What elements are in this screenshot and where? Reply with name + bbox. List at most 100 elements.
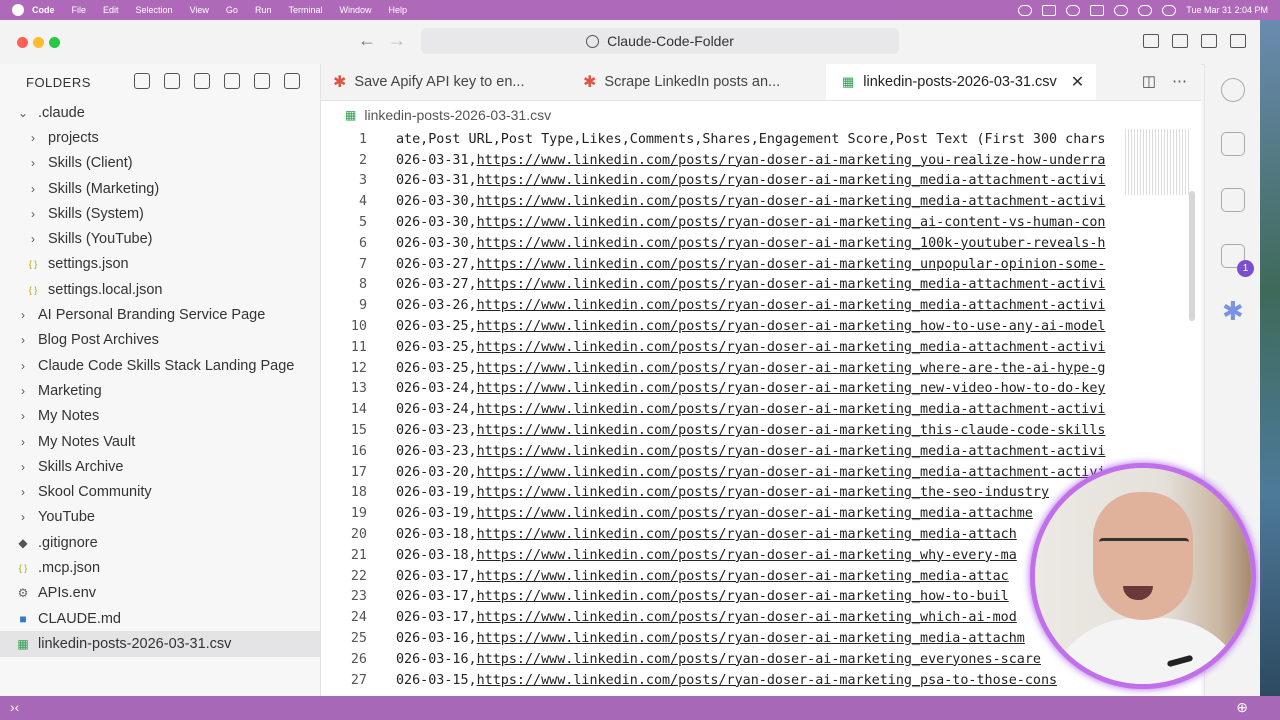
minimap[interactable] xyxy=(1125,129,1189,195)
tree-folder[interactable]: › Skills Archive xyxy=(0,454,320,479)
post-url-link[interactable]: https://www.linkedin.com/posts/ryan-dose… xyxy=(477,361,1106,376)
post-url-link[interactable]: https://www.linkedin.com/posts/ryan-dose… xyxy=(477,631,1025,646)
refresh-icon[interactable] xyxy=(194,73,210,89)
post-url-link[interactable]: https://www.linkedin.com/posts/ryan-dose… xyxy=(477,319,1106,334)
menu-help[interactable]: Help xyxy=(388,5,407,15)
back-arrow-icon[interactable]: ← xyxy=(358,30,376,51)
tree-file[interactable]: ▦ linkedin-posts-2026-03-31.csv xyxy=(0,631,320,657)
expand-icon[interactable] xyxy=(254,73,270,89)
breadcrumb-file[interactable]: linkedin-posts-2026-03-31.csv xyxy=(364,107,551,123)
forward-arrow-icon[interactable]: → xyxy=(388,30,406,51)
spotlight-icon[interactable] xyxy=(1138,4,1153,16)
minimize-window-button[interactable] xyxy=(33,37,44,48)
new-folder-icon[interactable] xyxy=(164,73,180,89)
battery-icon[interactable] xyxy=(1090,4,1105,16)
tree-folder[interactable]: › Claude Code Skills Stack Landing Page xyxy=(0,353,320,378)
run-debug-icon[interactable] xyxy=(1221,188,1245,212)
claude-spark-icon[interactable]: ✱ xyxy=(1222,296,1244,327)
tab-linkedin-csv[interactable]: ▦ linkedin-posts-2026-03-31.csv ✕ xyxy=(826,64,1097,100)
maximize-window-button[interactable] xyxy=(49,37,60,48)
menu-view[interactable]: View xyxy=(190,5,209,15)
post-url-link[interactable]: https://www.linkedin.com/posts/ryan-dose… xyxy=(477,569,1009,584)
tree-folder[interactable]: › YouTube xyxy=(0,505,320,530)
menu-go[interactable]: Go xyxy=(226,5,238,15)
new-file-icon[interactable] xyxy=(134,73,150,89)
close-window-button[interactable] xyxy=(17,37,28,48)
post-url-link[interactable]: https://www.linkedin.com/posts/ryan-dose… xyxy=(477,173,1106,188)
tree-folder-claude[interactable]: ⌄ .claude xyxy=(0,100,320,125)
command-center-search[interactable]: Claude-Code-Folder xyxy=(421,28,899,54)
screen-record-icon[interactable] xyxy=(1042,4,1057,16)
post-url-link[interactable]: https://www.linkedin.com/posts/ryan-dose… xyxy=(477,548,1017,563)
collapse-all-icon[interactable] xyxy=(224,73,240,89)
tab-label: Scrape LinkedIn posts an... xyxy=(604,74,781,90)
tree-file[interactable]: { } settings.json xyxy=(0,252,320,277)
cloud-icon[interactable] xyxy=(1066,4,1081,16)
tree-folder[interactable]: › projects xyxy=(0,125,320,150)
wifi-icon[interactable] xyxy=(1114,4,1129,16)
menubar-clock[interactable]: Tue Mar 31 2:04 PM xyxy=(1186,5,1268,15)
tree-folder[interactable]: › Skills (YouTube) xyxy=(0,226,320,251)
toggle-secondary-sidebar-icon[interactable] xyxy=(1230,34,1246,48)
post-url-link[interactable]: https://www.linkedin.com/posts/ryan-dose… xyxy=(477,506,1033,521)
tree-folder[interactable]: › Marketing xyxy=(0,378,320,403)
post-url-link[interactable]: https://www.linkedin.com/posts/ryan-dose… xyxy=(477,236,1106,251)
tab-scrape-linkedin[interactable]: ✱ Scrape LinkedIn posts an... xyxy=(583,64,780,100)
post-url-link[interactable]: https://www.linkedin.com/posts/ryan-dose… xyxy=(477,610,1017,625)
tree-folder[interactable]: › AI Personal Branding Service Page xyxy=(0,302,320,327)
tree-folder[interactable]: › Blog Post Archives xyxy=(0,328,320,353)
source-control-icon[interactable] xyxy=(1221,132,1245,156)
post-url-link[interactable]: https://www.linkedin.com/posts/ryan-dose… xyxy=(477,465,1106,480)
post-url-link[interactable]: https://www.linkedin.com/posts/ryan-dose… xyxy=(477,485,1049,500)
post-url-link[interactable]: https://www.linkedin.com/posts/ryan-dose… xyxy=(477,277,1106,292)
post-url-link[interactable]: https://www.linkedin.com/posts/ryan-dose… xyxy=(477,194,1106,209)
post-url-link[interactable]: https://www.linkedin.com/posts/ryan-dose… xyxy=(477,527,1017,542)
post-url-link[interactable]: https://www.linkedin.com/posts/ryan-dose… xyxy=(477,381,1106,396)
close-sidebar-icon[interactable] xyxy=(284,73,300,89)
tree-folder[interactable]: › Skills (Client) xyxy=(0,151,320,176)
menu-selection[interactable]: Selection xyxy=(136,5,173,15)
tree-file[interactable]: ■ CLAUDE.md xyxy=(0,606,320,631)
tree-file[interactable]: { } .mcp.json xyxy=(0,555,320,580)
post-url-link[interactable]: https://www.linkedin.com/posts/ryan-dose… xyxy=(477,298,1106,313)
remote-indicator-icon[interactable]: ›‹ xyxy=(10,699,19,715)
toggle-panel-icon[interactable] xyxy=(1201,34,1217,48)
post-url-link[interactable]: https://www.linkedin.com/posts/ryan-dose… xyxy=(477,423,1106,438)
tree-folder[interactable]: › My Notes Vault xyxy=(0,429,320,454)
menu-file[interactable]: File xyxy=(72,5,87,15)
post-url-link[interactable]: https://www.linkedin.com/posts/ryan-dose… xyxy=(477,340,1106,355)
tree-folder[interactable]: › Skills (System) xyxy=(0,201,320,226)
more-actions-icon[interactable]: ⋯ xyxy=(1172,72,1187,90)
menu-terminal[interactable]: Terminal xyxy=(288,5,322,15)
post-url-link[interactable]: https://www.linkedin.com/posts/ryan-dose… xyxy=(477,257,1106,272)
control-center-icon[interactable] xyxy=(1162,4,1177,16)
split-editor-icon[interactable]: ◫ xyxy=(1142,72,1156,90)
menu-window[interactable]: Window xyxy=(339,5,371,15)
vertical-scrollbar[interactable] xyxy=(1189,191,1195,321)
post-url-link[interactable]: https://www.linkedin.com/posts/ryan-dose… xyxy=(477,589,1009,604)
menu-app[interactable]: Code xyxy=(32,5,55,15)
tree-folder[interactable]: › Skills (Marketing) xyxy=(0,176,320,201)
tree-folder[interactable]: › Skool Community xyxy=(0,479,320,504)
tab-save-apify[interactable]: ✱ Save Apify API key to en... xyxy=(333,64,524,100)
customize-layout-icon[interactable] xyxy=(1143,34,1159,48)
tree-file[interactable]: ⚙ APIs.env xyxy=(0,581,320,606)
search-icon[interactable] xyxy=(1221,78,1245,102)
apple-icon[interactable] xyxy=(12,4,24,16)
post-url-link[interactable]: https://www.linkedin.com/posts/ryan-dose… xyxy=(477,444,1106,459)
focus-icon[interactable] xyxy=(1018,4,1033,16)
tree-file[interactable]: ◆ .gitignore xyxy=(0,530,320,555)
post-url-link[interactable]: https://www.linkedin.com/posts/ryan-dose… xyxy=(477,153,1106,168)
post-url-link[interactable]: https://www.linkedin.com/posts/ryan-dose… xyxy=(477,215,1106,230)
post-url-link[interactable]: https://www.linkedin.com/posts/ryan-dose… xyxy=(477,673,1057,688)
post-url-link[interactable]: https://www.linkedin.com/posts/ryan-dose… xyxy=(477,652,1041,667)
zoom-icon[interactable]: ⊕ xyxy=(1236,699,1248,716)
tree-file[interactable]: { } settings.local.json xyxy=(0,277,320,302)
menu-edit[interactable]: Edit xyxy=(103,5,119,15)
post-url-link[interactable]: https://www.linkedin.com/posts/ryan-dose… xyxy=(477,402,1106,417)
tree-item-label: .mcp.json xyxy=(38,559,101,576)
toggle-primary-sidebar-icon[interactable] xyxy=(1172,34,1188,48)
close-tab-icon[interactable]: ✕ xyxy=(1071,72,1084,92)
menu-run[interactable]: Run xyxy=(255,5,272,15)
tree-folder[interactable]: › My Notes xyxy=(0,404,320,429)
